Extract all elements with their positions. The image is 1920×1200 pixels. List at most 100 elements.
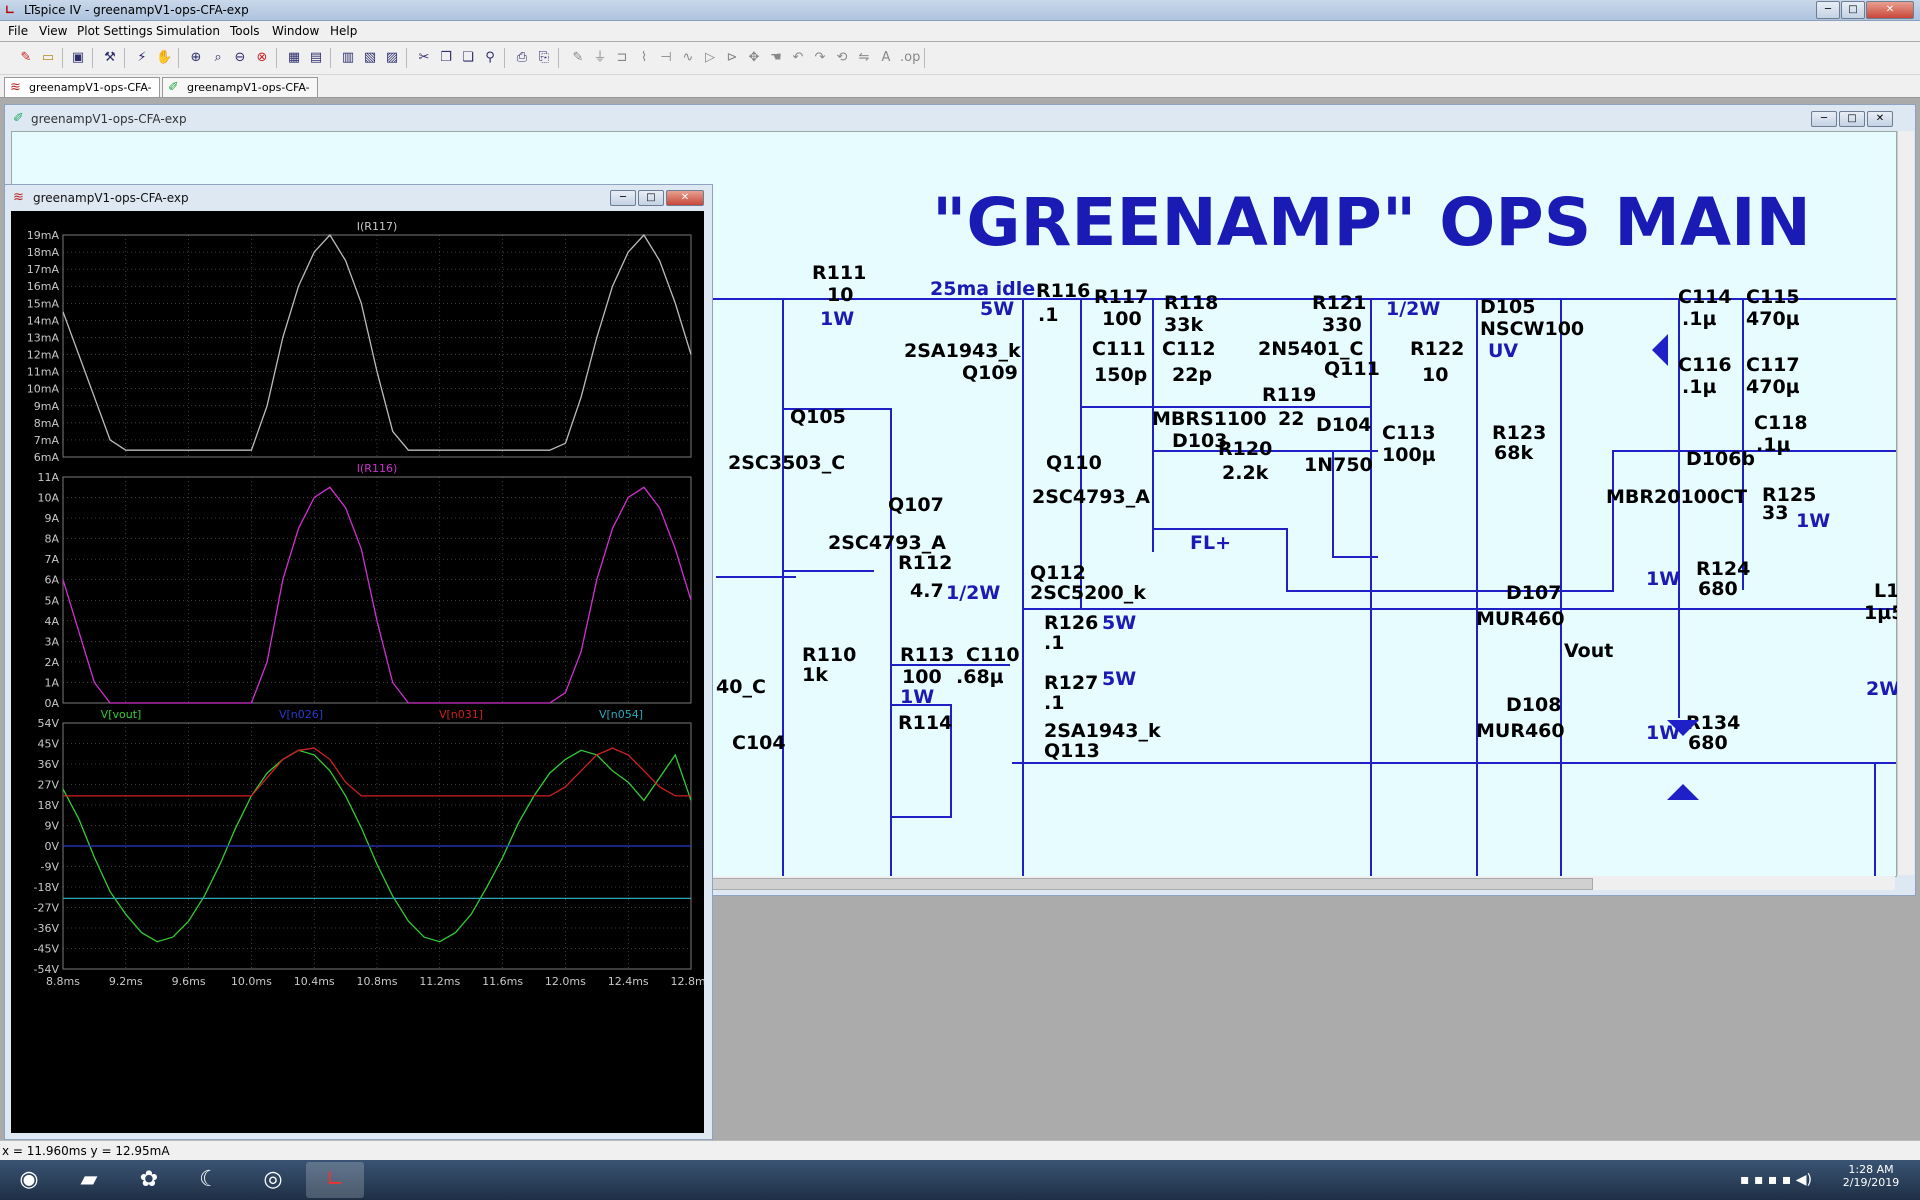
label-c117-value[interactable]: 470µ <box>1746 376 1800 398</box>
mirror-icon[interactable]: ⇋ <box>856 50 872 66</box>
pan-icon[interactable]: ⌕ <box>210 50 226 66</box>
label-d105[interactable]: D105 <box>1480 296 1535 318</box>
inductor-icon[interactable]: ∿ <box>680 50 696 66</box>
label-c113[interactable]: C113 <box>1382 422 1436 444</box>
label-r118-value[interactable]: 33k <box>1164 314 1203 336</box>
label-r111-power[interactable]: 1W <box>820 308 854 330</box>
label-r117[interactable]: R117 <box>1094 286 1148 308</box>
capacitor-icon[interactable]: ⊣ <box>658 50 674 66</box>
menu-plot-settings[interactable]: Plot Settings <box>77 24 153 38</box>
label-r114[interactable]: R114 <box>898 712 952 734</box>
label-d108[interactable]: D108 <box>1506 694 1561 716</box>
label-r116-power[interactable]: 5W <box>980 298 1014 320</box>
label-r111[interactable]: R111 <box>812 262 866 284</box>
redo-icon[interactable]: ↷ <box>812 50 828 66</box>
label-d107[interactable]: D107 <box>1506 582 1561 604</box>
label-r117-value[interactable]: 100 <box>1102 308 1142 330</box>
autorange-icon[interactable]: ▦ <box>286 50 302 66</box>
component-icon[interactable]: ⊳ <box>724 50 740 66</box>
label-r127-power[interactable]: 5W <box>1102 668 1136 690</box>
tile-horizontal-icon[interactable]: ▥ <box>340 50 356 66</box>
label-r113-value[interactable]: 100 <box>902 666 942 688</box>
zoom-fit-icon[interactable]: ⊗ <box>254 50 270 66</box>
menu-window[interactable]: Window <box>272 24 319 38</box>
plot-maximize-button[interactable]: □ <box>638 190 664 206</box>
zoom-out-icon[interactable]: ⊖ <box>232 50 248 66</box>
tab-schematic[interactable]: ✐ greenampV1-ops-CFA-exp <box>162 77 318 113</box>
label-q113[interactable]: Q113 <box>1044 740 1100 762</box>
label-r121[interactable]: R121 <box>1312 292 1366 314</box>
label-d106b[interactable]: D106b <box>1686 448 1755 470</box>
label-q-partial[interactable]: 40_C <box>716 676 766 698</box>
resistor-icon[interactable]: ⌇ <box>636 50 652 66</box>
cascade-icon[interactable]: ▨ <box>384 50 400 66</box>
save-icon[interactable]: ▣ <box>70 50 86 66</box>
label-c112-value[interactable]: 22p <box>1172 364 1212 386</box>
control-panel-icon[interactable]: ⚒ <box>102 50 118 66</box>
menu-file[interactable]: File <box>8 24 28 38</box>
ground-icon[interactable]: ⏚ <box>592 50 608 66</box>
open-icon[interactable]: ▭ <box>40 50 56 66</box>
label-idle-note[interactable]: 25ma idle <box>930 278 1035 300</box>
label-c113-value[interactable]: 100µ <box>1382 444 1436 466</box>
label-c111-value[interactable]: 150p <box>1094 364 1147 386</box>
label-d103-part[interactable]: MBRS1100 <box>1152 408 1267 430</box>
close-button[interactable]: ✕ <box>1866 1 1914 19</box>
label-vout[interactable]: Vout <box>1564 640 1613 662</box>
label-d107-part[interactable]: MUR460 <box>1476 608 1565 630</box>
label-q109-part[interactable]: 2SA1943_k <box>904 340 1021 362</box>
label-r116[interactable]: R116 <box>1036 280 1090 302</box>
paste-icon[interactable]: ❏ <box>460 50 476 66</box>
label-c118[interactable]: C118 <box>1754 412 1808 434</box>
label-c112[interactable]: C112 <box>1162 338 1216 360</box>
copy-icon[interactable]: ❐ <box>438 50 454 66</box>
label-q111[interactable]: Q111 <box>1324 358 1380 380</box>
drag-icon[interactable]: ☚ <box>768 50 784 66</box>
label-c114-value[interactable]: .1µ <box>1682 308 1716 330</box>
label-c115[interactable]: C115 <box>1746 286 1800 308</box>
explorer-icon[interactable]: ▰ <box>60 1162 118 1198</box>
rotate-icon[interactable]: ⟲ <box>834 50 850 66</box>
label-r113-power[interactable]: 1W <box>900 686 934 708</box>
label-r120[interactable]: R120 <box>1218 438 1272 460</box>
text-icon[interactable]: A <box>878 50 894 66</box>
label-c110-value[interactable]: .68µ <box>956 666 1004 688</box>
label-d104-part[interactable]: 1N750 <box>1304 454 1373 476</box>
print-icon[interactable]: ⎙ <box>514 50 530 66</box>
label-c110[interactable]: C110 <box>966 644 1020 666</box>
label-net-icon[interactable]: ⊐ <box>614 50 630 66</box>
label-r126-value[interactable]: .1 <box>1044 632 1064 654</box>
label-r126-power[interactable]: 5W <box>1102 612 1136 634</box>
find-icon[interactable]: ⚲ <box>482 50 498 66</box>
tray-icons[interactable]: ▪ ▪ ▪ ▪ ◀) <box>1740 1172 1812 1188</box>
run-icon[interactable]: ⚡ <box>134 50 150 66</box>
diode-icon[interactable]: ▷ <box>702 50 718 66</box>
label-q110-part[interactable]: 2SC4793_A <box>1032 486 1150 508</box>
start-orb-icon[interactable]: ◉ <box>0 1162 58 1198</box>
label-r112[interactable]: R112 <box>898 552 952 574</box>
print-setup-icon[interactable]: ⎘ <box>536 50 552 66</box>
minimize-button[interactable]: ─ <box>1816 1 1840 19</box>
label-r116-value[interactable]: .1 <box>1038 304 1058 326</box>
plot-minimize-button[interactable]: ─ <box>610 190 636 206</box>
label-r121-power[interactable]: 1/2W <box>1386 298 1440 320</box>
label-d106b-part[interactable]: MBR20100CT <box>1606 486 1747 508</box>
menu-view[interactable]: View <box>39 24 67 38</box>
label-r119-value[interactable]: 22 <box>1278 408 1304 430</box>
menu-help[interactable]: Help <box>330 24 357 38</box>
label-r123-value[interactable]: 68k <box>1494 442 1533 464</box>
label-r125-power[interactable]: 1W <box>1796 510 1830 532</box>
label-q111-part[interactable]: 2N5401_C <box>1258 338 1363 360</box>
label-l1-power[interactable]: 2W <box>1866 678 1900 700</box>
label-c111[interactable]: C111 <box>1092 338 1146 360</box>
label-l1[interactable]: L1 <box>1874 580 1899 602</box>
paint-icon[interactable]: ✿ <box>120 1162 178 1198</box>
label-c114[interactable]: C114 <box>1678 286 1732 308</box>
label-d104[interactable]: D104 <box>1316 414 1371 436</box>
label-c116-value[interactable]: .1µ <box>1682 376 1716 398</box>
label-q112-part[interactable]: 2SC5200_k <box>1030 582 1146 604</box>
zoom-in-icon[interactable]: ⊕ <box>188 50 204 66</box>
wire-icon[interactable]: ✎ <box>570 50 586 66</box>
label-r110-value[interactable]: 1k <box>802 664 828 686</box>
label-q109[interactable]: Q109 <box>962 362 1018 384</box>
